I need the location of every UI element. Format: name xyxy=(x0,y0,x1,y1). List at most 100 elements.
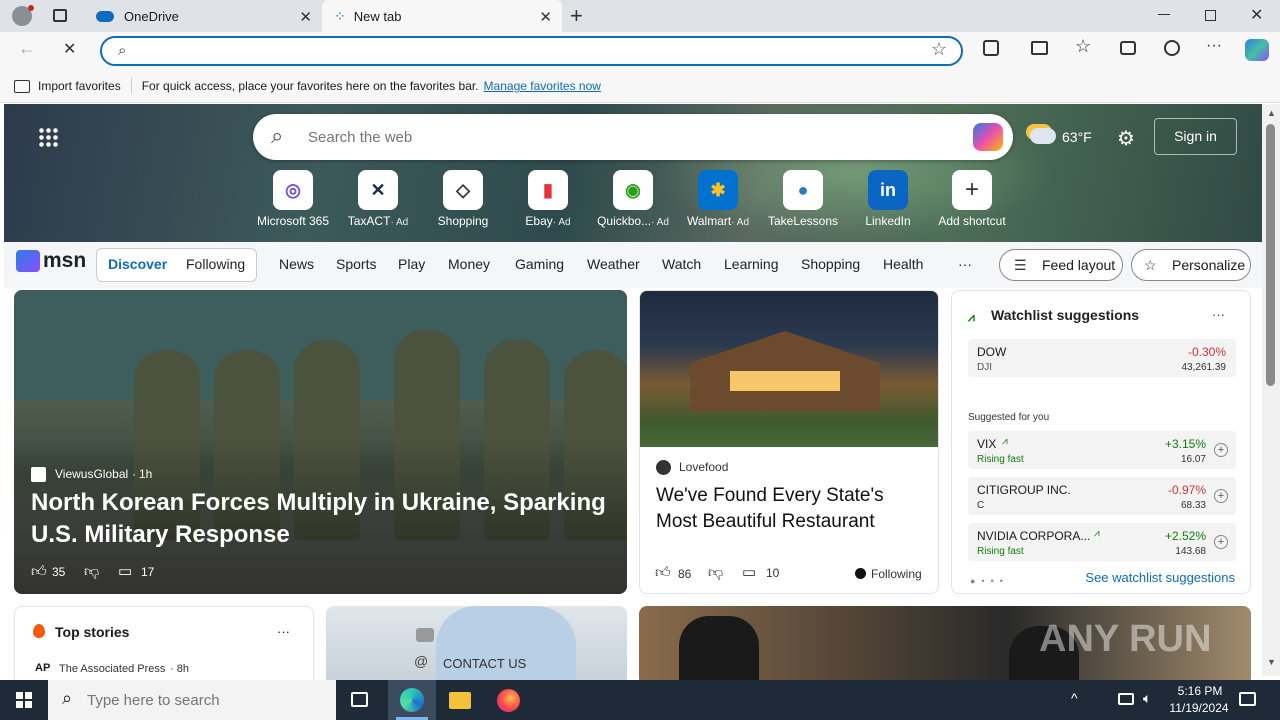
nav-weather[interactable]: Weather xyxy=(587,256,640,272)
like-icon[interactable]: 👍︎ xyxy=(655,564,671,582)
nav-learning[interactable]: Learning xyxy=(724,256,779,272)
show-hidden-icons-chevron[interactable]: ^ xyxy=(1071,690,1078,706)
copilot-icon[interactable] xyxy=(1245,39,1269,61)
favorites-icon[interactable]: ☆ xyxy=(1075,36,1091,57)
firefox-icon[interactable] xyxy=(497,689,520,712)
story-title[interactable]: We've Found Every State's Most Beautiful… xyxy=(656,483,926,535)
shortcut-quickbooks[interactable]: ◉ Quickbo...· Ad xyxy=(593,170,673,228)
web-search-input[interactable] xyxy=(308,126,928,148)
msn-logo-icon[interactable] xyxy=(16,250,40,272)
see-watchlist-link[interactable]: See watchlist suggestions xyxy=(1085,570,1235,585)
close-tab-icon[interactable]: ✕ xyxy=(539,8,552,26)
msn-logo-text[interactable]: msn xyxy=(43,249,86,273)
page-scrollbar[interactable]: ▲ ▼ xyxy=(1262,104,1280,676)
scroll-down-arrow-icon[interactable]: ▼ xyxy=(1267,657,1276,667)
restore-button[interactable] xyxy=(1205,10,1216,21)
main-story-card[interactable]: ViewusGlobal · 1h North Korean Forces Mu… xyxy=(14,290,627,594)
back-button[interactable]: ← xyxy=(18,38,36,59)
dislike-icon[interactable]: 👎︎ xyxy=(708,564,723,582)
manage-favorites-link[interactable]: Manage favorites now xyxy=(484,79,601,93)
copilot-icon[interactable] xyxy=(973,123,1003,151)
volume-icon[interactable]: 🔈︎ xyxy=(1143,690,1151,707)
shortcut-ebay[interactable]: ▮ Ebay· Ad xyxy=(508,170,588,228)
add-to-watchlist-icon[interactable]: + xyxy=(1214,535,1228,549)
dislike-icon[interactable]: 👎︎ xyxy=(84,563,99,581)
split-screen-icon[interactable] xyxy=(1031,41,1048,55)
shortcut-shopping[interactable]: ◇ Shopping xyxy=(423,170,503,228)
tab-following[interactable]: Following xyxy=(186,256,245,272)
source-name[interactable]: ViewusGlobal xyxy=(55,467,128,481)
nav-watch[interactable]: Watch xyxy=(662,256,701,272)
main-story-title[interactable]: North Korean Forces Multiply in Ukraine,… xyxy=(31,487,611,551)
watchlist-more-button[interactable]: ··· xyxy=(1212,307,1225,322)
import-favorites-button[interactable]: Import favorites xyxy=(38,79,121,93)
tab-new-tab[interactable]: ⁘ New tab ✕ xyxy=(322,0,562,32)
add-to-watchlist-icon[interactable]: + xyxy=(1214,443,1228,457)
shortcut-linkedin[interactable]: in LinkedIn xyxy=(848,170,928,228)
comment-icon[interactable]: ▭ xyxy=(118,562,132,580)
task-view-icon[interactable] xyxy=(351,692,368,707)
add-shortcut-button[interactable]: + Add shortcut xyxy=(932,170,1012,228)
clock-time[interactable]: 5:16 PM xyxy=(1172,684,1228,698)
nav-health[interactable]: Health xyxy=(883,256,923,272)
scroll-up-arrow-icon[interactable]: ▲ xyxy=(1267,108,1276,118)
settings-more-icon[interactable]: ··· xyxy=(1206,37,1222,55)
like-icon[interactable]: 👍︎ xyxy=(31,563,47,581)
stock-row-nvidia[interactable]: NVIDIA CORPORA... ⩘ Rising fast +2.52% 1… xyxy=(968,523,1236,561)
browser-essentials-icon[interactable] xyxy=(1164,40,1180,56)
settings-gear-icon[interactable]: ⚙ xyxy=(1117,126,1135,151)
add-favorite-star-icon[interactable]: ☆ xyxy=(931,39,947,60)
story-source[interactable]: The Associated Press xyxy=(59,663,165,675)
tab-onedrive[interactable]: OneDrive ✕ xyxy=(84,0,322,32)
shortcut-taxact[interactable]: ✕ TaxACT· Ad xyxy=(338,170,418,228)
nav-shopping[interactable]: Shopping xyxy=(801,256,860,272)
web-search-box[interactable]: ⌕ xyxy=(253,114,1013,160)
source-name[interactable]: Lovefood xyxy=(679,460,728,474)
network-icon[interactable] xyxy=(1118,693,1134,705)
comment-icon[interactable]: ▭ xyxy=(742,563,756,581)
windows-start-icon[interactable] xyxy=(16,692,32,708)
close-tab-icon[interactable]: ✕ xyxy=(299,8,312,26)
address-input[interactable] xyxy=(142,41,912,61)
taskbar-search-input[interactable] xyxy=(87,690,327,710)
top-stories-more-button[interactable]: ··· xyxy=(277,624,290,639)
following-label[interactable]: Following xyxy=(871,567,922,581)
restaurant-story-card[interactable]: Lovefood We've Found Every State's Most … xyxy=(639,290,939,594)
extensions-icon[interactable] xyxy=(983,40,999,56)
notifications-icon[interactable] xyxy=(1239,692,1256,706)
add-to-watchlist-icon[interactable]: + xyxy=(1214,489,1228,503)
personalize-button[interactable]: ☆ Personalize xyxy=(1131,249,1251,281)
carousel-dots[interactable]: ●••• xyxy=(970,576,1009,586)
sign-in-button[interactable]: Sign in xyxy=(1154,118,1237,155)
stock-row-dow[interactable]: DOW DJI -0.30% 43,261.39 xyxy=(968,339,1236,377)
scrollbar-thumb[interactable] xyxy=(1266,124,1275,386)
clock-date[interactable]: 11/19/2024 xyxy=(1166,701,1232,715)
stock-row-citigroup[interactable]: CITIGROUP INC. C -0.97% 68.33 + xyxy=(968,477,1236,515)
nav-money[interactable]: Money xyxy=(448,256,490,272)
tab-actions-icon[interactable] xyxy=(53,9,67,22)
tab-discover[interactable]: Discover xyxy=(108,256,167,272)
nav-more-button[interactable]: ··· xyxy=(958,256,972,272)
nav-gaming[interactable]: Gaming xyxy=(515,256,564,272)
courtroom-story-card[interactable]: ANY RUN xyxy=(639,606,1251,686)
contact-story-card[interactable]: @ CONTACT US xyxy=(326,606,627,686)
stock-row-vix[interactable]: VIX ⩘ Rising fast +3.15% 16.07 + xyxy=(968,431,1236,469)
weather-temperature[interactable]: 63°F xyxy=(1062,129,1092,145)
taskbar-search-box[interactable]: ⌕ xyxy=(48,680,336,720)
edge-taskbar-icon[interactable] xyxy=(388,680,436,720)
collections-icon[interactable] xyxy=(1120,41,1136,55)
close-window-button[interactable]: ✕ xyxy=(1250,5,1263,25)
shortcut-walmart[interactable]: ✱ Walmart· Ad xyxy=(678,170,758,228)
stop-loading-button[interactable]: ✕ xyxy=(63,39,76,59)
minimize-button[interactable] xyxy=(1158,14,1170,15)
nav-sports[interactable]: Sports xyxy=(336,256,376,272)
address-bar[interactable]: ⌕ ☆ xyxy=(100,36,963,66)
file-explorer-icon[interactable] xyxy=(449,692,471,709)
feed-layout-button[interactable]: ☰ Feed layout xyxy=(999,249,1123,281)
shortcut-microsoft365[interactable]: ◎ Microsoft 365 xyxy=(253,170,333,228)
apps-launcher-icon[interactable] xyxy=(38,127,58,147)
shortcut-takelessons[interactable]: ● TakeLessons xyxy=(763,170,843,228)
nav-play[interactable]: Play xyxy=(398,256,425,272)
new-tab-button[interactable]: + xyxy=(570,3,583,29)
nav-news[interactable]: News xyxy=(279,256,314,272)
